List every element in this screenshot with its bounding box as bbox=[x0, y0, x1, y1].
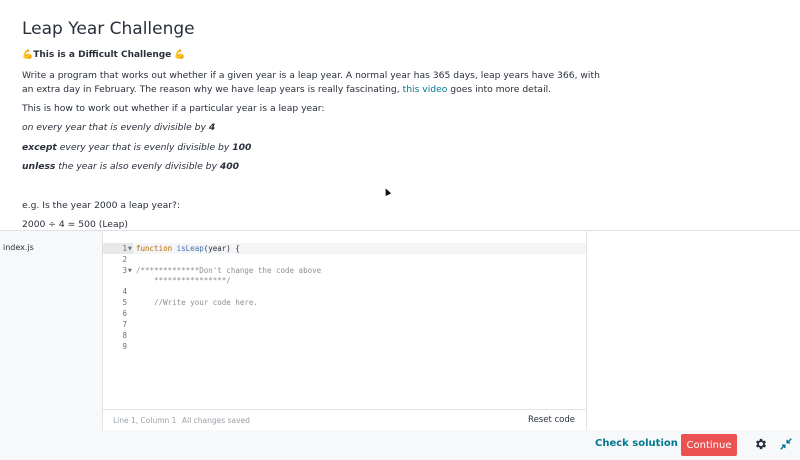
function-name: isLeap bbox=[176, 244, 204, 253]
rule-2-keyword: except bbox=[22, 142, 57, 153]
rule-2: except every year that is evenly divisib… bbox=[22, 142, 251, 153]
page-title: Leap Year Challenge bbox=[22, 19, 195, 39]
code-editor[interactable]: 1 ▼ 2 3 ▼ 4 5 6 7 8 9 function isLeap(ye… bbox=[103, 231, 586, 409]
code-line-1: function isLeap(year) { bbox=[136, 244, 240, 253]
line-number: 4 bbox=[122, 287, 127, 296]
rule-3-text: the year is also evenly divisible by bbox=[55, 161, 220, 172]
rule-3-number: 400 bbox=[219, 161, 240, 172]
file-tab-index-js[interactable]: index.js bbox=[3, 243, 34, 252]
code-line-3-wrap: ****************/ bbox=[136, 276, 231, 285]
save-status: All changes saved bbox=[182, 416, 250, 425]
file-list-pane: index.js bbox=[0, 231, 103, 431]
cursor-position: Line 1, Column 1 bbox=[113, 416, 177, 425]
line-number: 8 bbox=[122, 331, 127, 340]
difficulty-label: 💪This is a Difficult Challenge 💪 bbox=[22, 50, 186, 60]
intro-text-after: goes into more detail. bbox=[447, 83, 552, 95]
code-line-5: //Write your code here. bbox=[136, 298, 258, 307]
code-line-3: /*************Don't change the code abov… bbox=[136, 266, 322, 275]
line-number: 6 bbox=[122, 309, 127, 318]
rule-3-keyword: unless bbox=[22, 161, 56, 172]
challenge-description: Leap Year Challenge 💪This is a Difficult… bbox=[0, 0, 800, 230]
fold-arrow-icon[interactable]: ▼ bbox=[128, 268, 132, 274]
line-number: 9 bbox=[122, 342, 127, 351]
shrink-icon[interactable] bbox=[779, 437, 793, 451]
how-to-text: This is how to work out whether if a par… bbox=[22, 103, 325, 114]
rule-1-text: on every year that is evenly divisible b… bbox=[22, 122, 209, 133]
line-number: 3 bbox=[122, 266, 127, 275]
editor-status-bar: Line 1, Column 1 All changes saved Reset… bbox=[103, 409, 586, 431]
intro-paragraph: Write a program that works out whether i… bbox=[22, 69, 602, 96]
gear-icon[interactable] bbox=[754, 437, 768, 451]
example-question: e.g. Is the year 2000 a leap year?: bbox=[22, 200, 180, 211]
reset-code-button[interactable]: Reset code bbox=[528, 415, 575, 425]
example-calculation: 2000 ÷ 4 = 500 (Leap) bbox=[22, 219, 129, 230]
editor-area: index.js 1 ▼ 2 3 ▼ 4 5 6 7 8 9 function … bbox=[0, 230, 800, 431]
rule-3: unless the year is also evenly divisible… bbox=[22, 161, 239, 172]
output-pane bbox=[586, 231, 800, 431]
line-number: 7 bbox=[122, 320, 127, 329]
footer-bar: Check solution Continue bbox=[0, 430, 800, 460]
video-link[interactable]: this video bbox=[403, 84, 448, 95]
line-number: 2 bbox=[122, 255, 127, 264]
function-params: (year) { bbox=[203, 244, 240, 253]
fold-arrow-icon[interactable]: ▼ bbox=[128, 246, 132, 252]
continue-button[interactable]: Continue bbox=[681, 434, 737, 456]
line-number: 5 bbox=[122, 298, 127, 307]
check-solution-button[interactable]: Check solution bbox=[595, 438, 678, 449]
rule-2-number: 100 bbox=[232, 142, 252, 153]
rule-1: on every year that is evenly divisible b… bbox=[22, 122, 215, 133]
line-number: 1 bbox=[122, 244, 127, 253]
rule-1-number: 4 bbox=[208, 122, 216, 133]
rule-2-text: every year that is evenly divisible by bbox=[56, 142, 233, 153]
mouse-cursor-icon bbox=[382, 187, 392, 196]
keyword-function: function bbox=[136, 244, 173, 253]
